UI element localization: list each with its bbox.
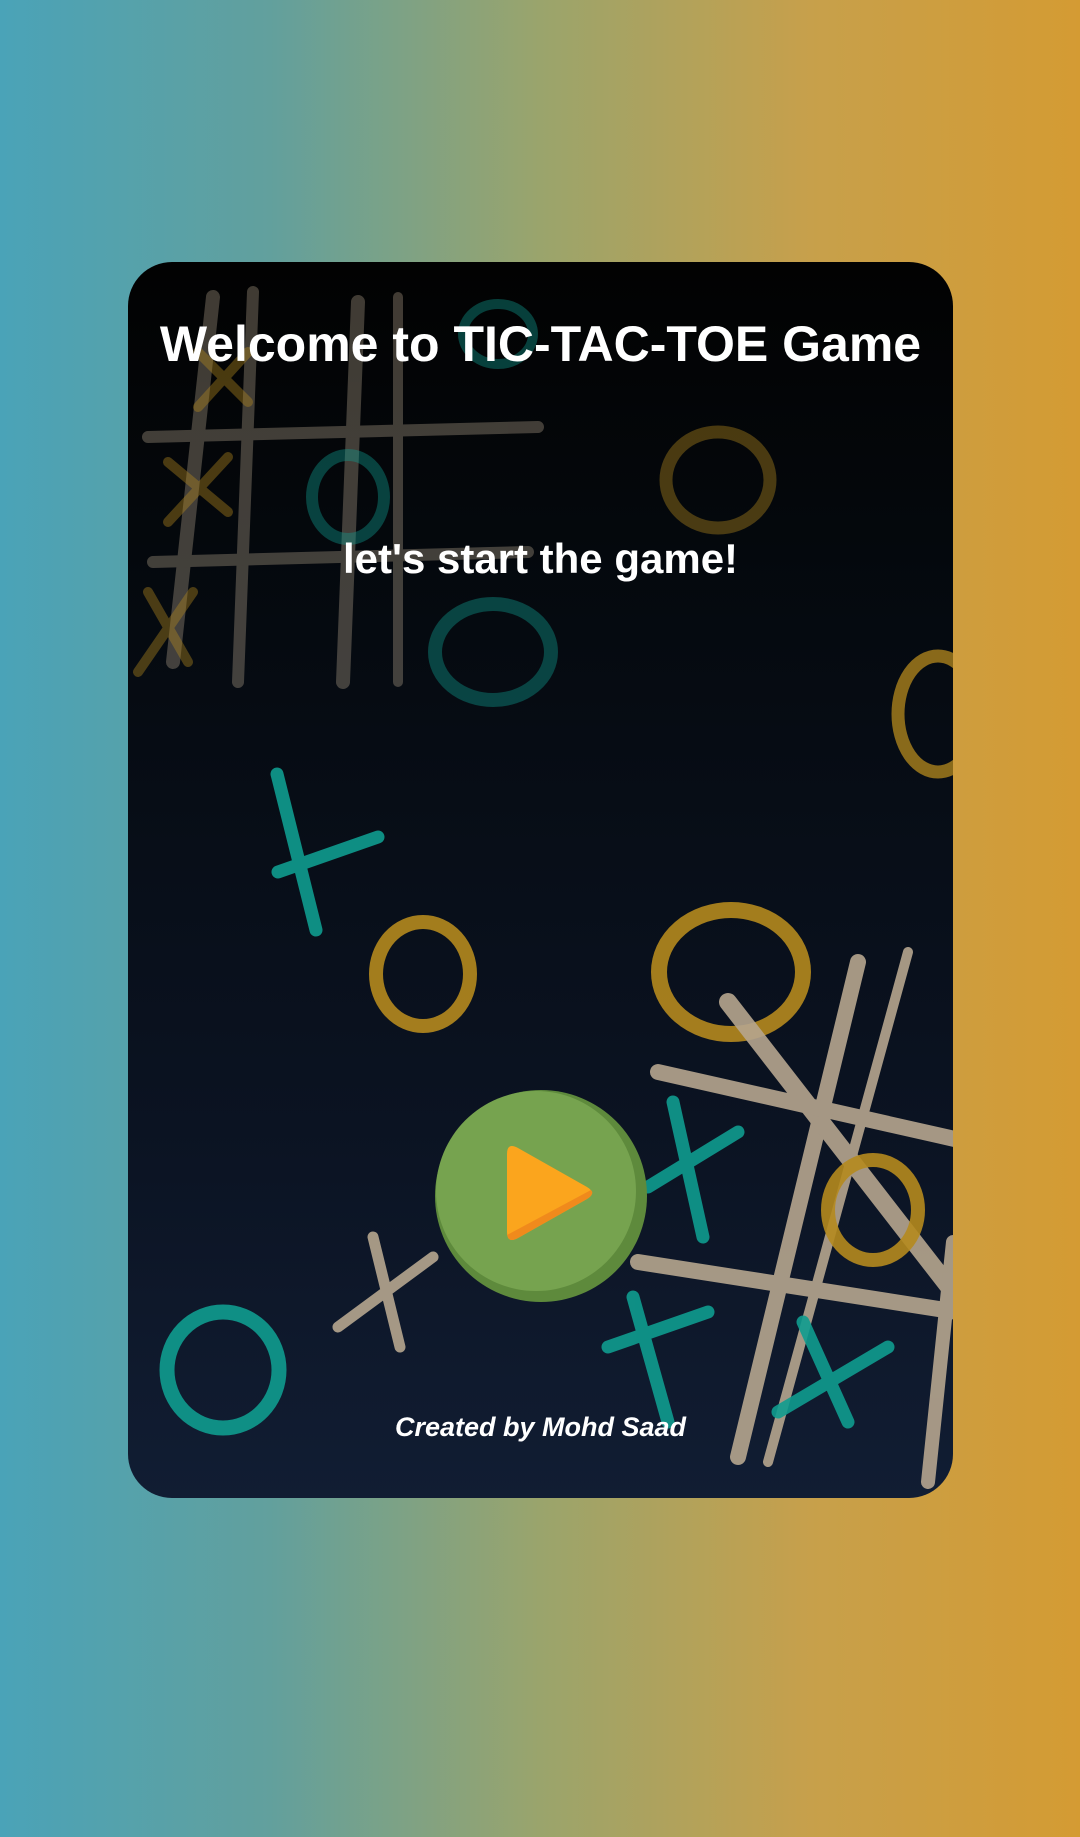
play-icon bbox=[435, 1090, 647, 1302]
page-title: Welcome to TIC-TAC-TOE Game bbox=[159, 316, 922, 372]
author-credit: Created by Mohd Saad bbox=[394, 1412, 687, 1442]
start-prompt: let's start the game! bbox=[342, 535, 739, 582]
play-button[interactable] bbox=[435, 1090, 647, 1302]
game-card: Welcome to TIC-TAC-TOE Game let's start … bbox=[128, 262, 953, 1498]
tic-tac-toe-background-art bbox=[133, 286, 953, 1489]
